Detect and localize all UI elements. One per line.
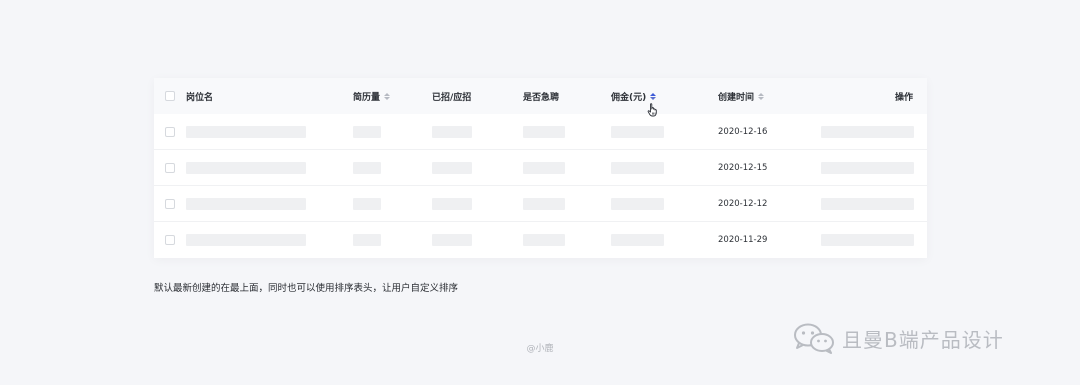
table-row: 2020-11-29 — [154, 222, 927, 258]
wechat-icon — [794, 323, 834, 354]
select-all-checkbox[interactable] — [165, 91, 175, 101]
watermark-text: 且曼B端产品设计 — [842, 327, 1004, 352]
commission-placeholder — [611, 234, 664, 246]
row-checkbox[interactable] — [165, 163, 175, 173]
table-row: 2020-12-15 — [154, 150, 927, 186]
row-checkbox[interactable] — [165, 199, 175, 209]
urgent-placeholder — [523, 126, 565, 138]
urgent-placeholder — [523, 234, 565, 246]
urgent-placeholder — [523, 162, 565, 174]
column-header-resumes[interactable]: 简历量 — [353, 78, 391, 114]
created-date: 2020-12-15 — [718, 163, 768, 173]
urgent-placeholder — [523, 198, 565, 210]
data-table: 岗位名 简历量 已招/应招 是否急聘 佣金(元) 创建时间 操作 2020-12… — [154, 78, 927, 258]
row-checkbox[interactable] — [165, 127, 175, 137]
column-header-hired: 已招/应招 — [432, 78, 471, 114]
watermark: 且曼B端产品设计 — [792, 322, 1004, 354]
actions-placeholder[interactable] — [821, 126, 914, 138]
name-placeholder — [186, 162, 306, 174]
hired-placeholder — [432, 198, 472, 210]
resumes-placeholder — [353, 126, 381, 138]
sort-icon[interactable] — [758, 92, 765, 100]
actions-placeholder[interactable] — [821, 234, 914, 246]
column-header-name: 岗位名 — [186, 78, 213, 114]
row-checkbox[interactable] — [165, 235, 175, 245]
column-label: 已招/应招 — [432, 92, 472, 103]
hired-placeholder — [432, 162, 472, 174]
resumes-placeholder — [353, 234, 381, 246]
column-header-created[interactable]: 创建时间 — [718, 78, 765, 114]
commission-placeholder — [611, 198, 664, 210]
column-label: 创建时间 — [718, 92, 755, 103]
column-label: 岗位名 — [186, 92, 214, 103]
name-placeholder — [186, 126, 306, 138]
actions-placeholder[interactable] — [821, 198, 914, 210]
table-row: 2020-12-16 — [154, 114, 927, 150]
created-date: 2020-11-29 — [718, 235, 768, 245]
resumes-placeholder — [353, 162, 381, 174]
column-header-urgent: 是否急聘 — [523, 78, 559, 114]
sort-ascending-icon[interactable] — [650, 92, 657, 100]
caption-text: 默认最新创建的在最上面，同时也可以使用排序表头，让用户自定义排序 — [154, 283, 459, 294]
created-date: 2020-12-12 — [718, 199, 768, 209]
column-label: 操作 — [894, 92, 913, 103]
hired-placeholder — [432, 234, 472, 246]
column-label: 简历量 — [353, 92, 381, 103]
commission-placeholder — [611, 162, 664, 174]
commission-placeholder — [611, 126, 664, 138]
name-placeholder — [186, 198, 306, 210]
created-date: 2020-12-16 — [718, 127, 768, 137]
resumes-placeholder — [353, 198, 381, 210]
column-label: 是否急聘 — [523, 92, 560, 103]
column-header-actions: 操作 — [895, 78, 913, 114]
sort-icon[interactable] — [384, 92, 391, 100]
actions-placeholder[interactable] — [821, 162, 914, 174]
table-header: 岗位名 简历量 已招/应招 是否急聘 佣金(元) 创建时间 操作 — [154, 78, 927, 114]
hand-cursor-icon — [647, 103, 657, 117]
hired-placeholder — [432, 126, 472, 138]
name-placeholder — [186, 234, 306, 246]
table-row: 2020-12-12 — [154, 186, 927, 222]
column-label: 佣金(元) — [611, 92, 647, 103]
